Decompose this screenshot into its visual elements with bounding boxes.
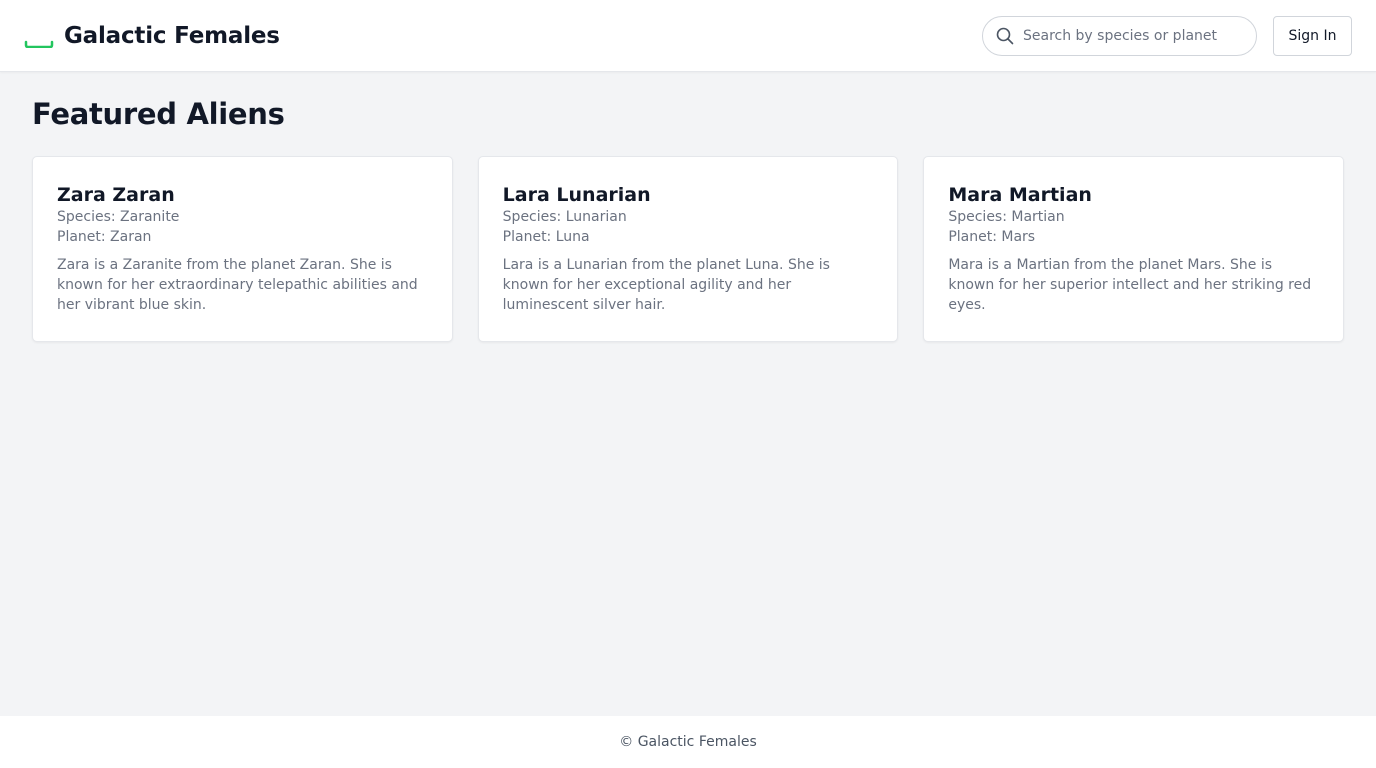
card-description: Mara is a Martian from the planet Mars. … xyxy=(948,257,1312,313)
alien-card[interactable]: Zara Zaran Species: Zaranite Planet: Zar… xyxy=(32,156,453,342)
page: Galactic Females Sign In Featured Aliens… xyxy=(0,0,1376,768)
card-grid: Zara Zaran Species: Zaranite Planet: Zar… xyxy=(32,156,1345,342)
search-box[interactable] xyxy=(982,16,1257,56)
footer: © Galactic Females xyxy=(0,716,1376,768)
card-species: Species: Martian xyxy=(948,209,1065,225)
alien-card[interactable]: Lara Lunarian Species: Lunarian Planet: … xyxy=(477,156,899,342)
main-content: Featured Aliens Zara Zaran Species: Zara… xyxy=(32,96,1345,342)
top-header: Galactic Females Sign In xyxy=(0,0,1376,72)
card-title: Mara Martian xyxy=(948,184,1092,206)
card-planet: Planet: Mars xyxy=(948,229,1036,245)
page-title: Featured Aliens xyxy=(32,97,285,131)
card-title: Zara Zaran xyxy=(57,184,175,206)
brand-title: Galactic Females xyxy=(64,22,280,49)
card-planet: Planet: Luna xyxy=(502,229,590,245)
brand[interactable]: Galactic Females xyxy=(24,18,280,54)
card-planet: Planet: Zaran xyxy=(57,229,152,245)
card-description: Lara is a Lunarian from the planet Luna.… xyxy=(502,257,830,313)
search-input[interactable] xyxy=(1023,28,1243,44)
card-species: Species: Lunarian xyxy=(502,209,627,225)
sign-in-button[interactable]: Sign In xyxy=(1273,16,1352,56)
alien-card[interactable]: Mara Martian Species: Martian Planet: Ma… xyxy=(923,156,1345,342)
card-title: Lara Lunarian xyxy=(502,184,651,206)
card-species: Species: Zaranite xyxy=(57,209,180,225)
search-icon xyxy=(995,26,1015,46)
footer-text: © Galactic Females xyxy=(619,734,757,750)
logo-icon xyxy=(24,24,56,49)
card-description: Zara is a Zaranite from the planet Zaran… xyxy=(57,257,418,313)
